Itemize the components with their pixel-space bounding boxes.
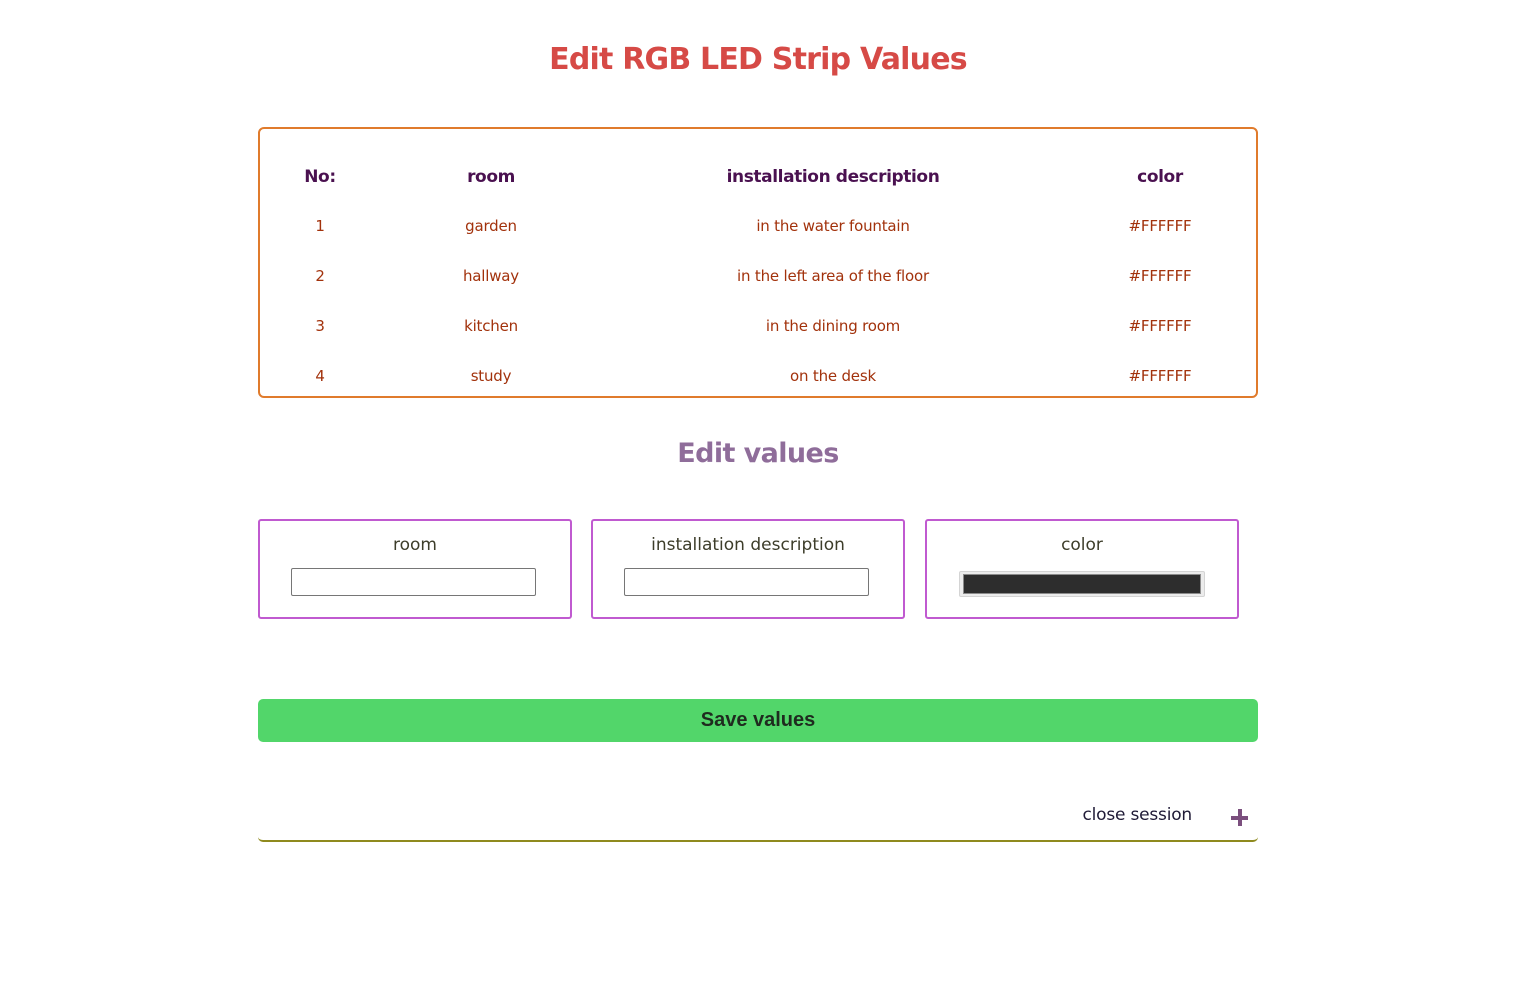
- table-row: 2 hallway in the left area of the floor …: [260, 251, 1256, 301]
- color-picker-input[interactable]: [959, 571, 1205, 597]
- column-header-room: room: [467, 167, 515, 187]
- description-field-group: installation description: [591, 519, 905, 619]
- color-swatch: [963, 574, 1201, 594]
- plus-icon: [1231, 809, 1248, 826]
- table-header-row: No: room installation description color: [260, 129, 1256, 201]
- edit-values-title: Edit values: [677, 438, 839, 469]
- room-field-label: room: [393, 535, 437, 555]
- cell-room: study: [470, 367, 512, 385]
- column-header-description: installation description: [726, 167, 940, 187]
- column-header-color: color: [1137, 167, 1183, 187]
- room-input[interactable]: [291, 568, 536, 596]
- cell-description: on the desk: [790, 367, 876, 385]
- cell-description: in the water fountain: [756, 217, 910, 235]
- led-strip-table: No: room installation description color …: [260, 129, 1256, 401]
- cell-color: #FFFFFF: [1128, 367, 1192, 385]
- cell-room: hallway: [463, 267, 519, 285]
- cell-no: 2: [315, 267, 325, 285]
- cell-no: 3: [315, 317, 325, 335]
- cell-description: in the dining room: [765, 317, 901, 335]
- description-input[interactable]: [624, 568, 869, 596]
- cell-no: 4: [315, 367, 325, 385]
- close-session-label: close session: [1082, 805, 1192, 825]
- table-row: 4 study on the desk #FFFFFF: [260, 351, 1256, 401]
- close-session-toggle[interactable]: close session: [258, 790, 1258, 842]
- cell-color: #FFFFFF: [1128, 267, 1192, 285]
- cell-no: 1: [315, 217, 325, 235]
- table-row: 3 kitchen in the dining room #FFFFFF: [260, 301, 1256, 351]
- cell-color: #FFFFFF: [1128, 217, 1192, 235]
- led-table-container: No: room installation description color …: [258, 127, 1258, 398]
- room-field-group: room: [258, 519, 572, 619]
- color-field-group: color: [925, 519, 1239, 619]
- page-title: Edit RGB LED Strip Values: [549, 42, 967, 77]
- description-field-label: installation description: [651, 535, 845, 555]
- cell-room: kitchen: [464, 317, 518, 335]
- column-header-no: No:: [304, 167, 336, 187]
- color-field-label: color: [1061, 535, 1103, 555]
- save-values-button[interactable]: Save values: [258, 699, 1258, 742]
- cell-color: #FFFFFF: [1128, 317, 1192, 335]
- cell-room: garden: [465, 217, 517, 235]
- table-row: 1 garden in the water fountain #FFFFFF: [260, 201, 1256, 251]
- cell-description: in the left area of the floor: [737, 267, 929, 285]
